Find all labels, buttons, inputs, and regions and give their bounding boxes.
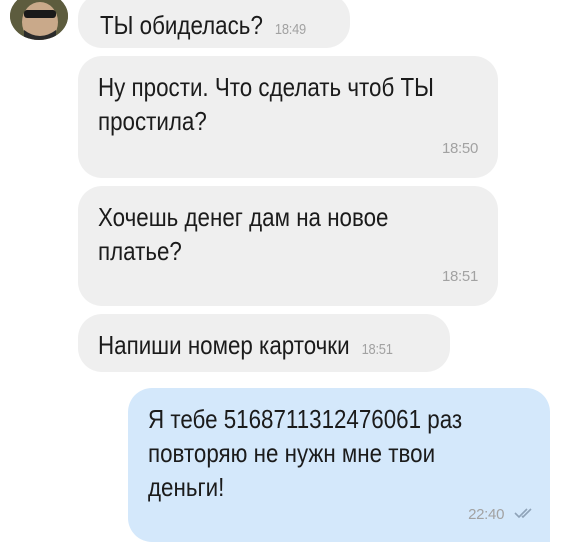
avatar[interactable] [10,0,68,40]
message-text-line: Хочешь денег дам на новое [98,202,389,232]
message-time: 18:49 [274,21,306,38]
message-time: 18:51 [361,341,393,358]
message-text-line: повторяю не нужн мне твои [148,438,436,468]
message-bubble-incoming[interactable]: Напиши номер карточки 18:51 [78,314,450,372]
message-time: 22:40 [468,505,505,523]
message-bubble-incoming[interactable]: Ну прости. Что сделать чтоб ТЫ простила?… [78,56,498,178]
message-text-line: Я тебе 5168711312476061 раз [148,404,463,434]
message-time: 18:50 [441,140,478,157]
message-text: ТЫ обиделась? 18:49 [100,10,306,40]
double-check-icon [514,498,536,532]
message-bubble-outgoing[interactable]: Я тебе 5168711312476061 раз повторяю не … [128,388,550,542]
message-time: 18:51 [441,268,478,285]
message-text-line: Ну прости. Что сделать чтоб ТЫ [98,72,434,102]
message-text-line: платье? [98,236,182,266]
message-bubble-incoming[interactable]: Хочешь денег дам на новое платье? 18:51 [78,186,498,306]
message-time-row: 22:40 [468,498,536,532]
message-text-line: простила? [98,106,207,136]
chat-thread: ТЫ обиделась? 18:49 Ну прости. Что сделат… [0,0,564,542]
message-text-line: деньги! [148,472,225,502]
message-bubble-incoming[interactable]: ТЫ обиделась? 18:49 [78,0,350,48]
message-text: Напиши номер карточки 18:51 [98,330,393,360]
